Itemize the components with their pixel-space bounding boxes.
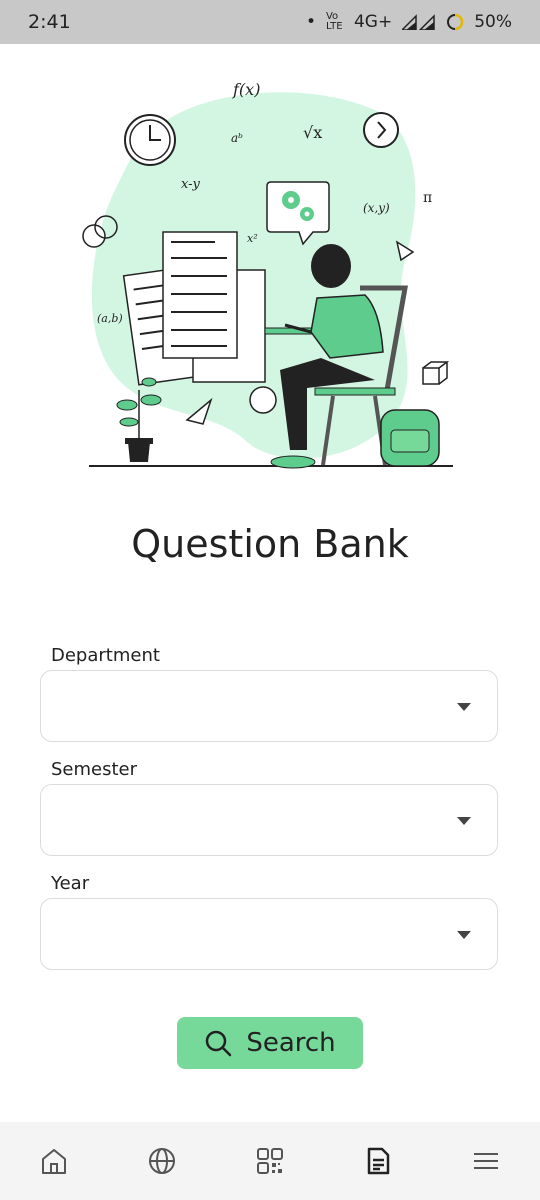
menu-icon — [474, 1153, 498, 1169]
battery-level: 50% — [474, 12, 512, 32]
home-icon — [42, 1149, 66, 1174]
nav-document[interactable] — [351, 1134, 405, 1188]
globe-icon — [149, 1148, 175, 1174]
bottom-navigation — [0, 1122, 540, 1200]
search-button[interactable]: Search — [177, 1017, 363, 1069]
chevron-down-icon — [457, 703, 471, 711]
svg-text:π: π — [423, 190, 432, 206]
chevron-down-icon — [457, 931, 471, 939]
svg-text:x²: x² — [247, 232, 258, 245]
status-bar: 2:41 • Vo LTE 4G+ 50% — [0, 0, 540, 44]
chevron-down-icon — [457, 817, 471, 825]
svg-text:aᵇ: aᵇ — [231, 131, 243, 145]
svg-text:(a,b): (a,b) — [97, 312, 123, 325]
svg-text:√x: √x — [303, 123, 322, 142]
status-time: 2:41 — [28, 11, 71, 33]
status-indicators: • Vo LTE 4G+ 50% — [305, 11, 512, 33]
department-label: Department — [51, 645, 160, 666]
department-dropdown[interactable] — [40, 670, 498, 742]
student-illustration: f(x) aᵇ √x x-y (x,y) π x² (a,b) — [82, 80, 453, 469]
nav-home[interactable] — [27, 1134, 81, 1188]
year-label: Year — [51, 873, 90, 894]
year-dropdown[interactable] — [40, 898, 498, 970]
battery-icon — [447, 13, 464, 31]
qr-code-icon — [257, 1148, 283, 1174]
semester-label: Semester — [51, 759, 138, 780]
page-title: Question Bank — [131, 522, 409, 566]
volte-label: Vo LTE — [325, 11, 343, 32]
search-button-label: Search — [246, 1028, 336, 1058]
network-type: 4G+ — [353, 12, 393, 32]
svg-text:x-y: x-y — [181, 177, 200, 192]
semester-dropdown[interactable] — [40, 784, 498, 856]
signal-icon — [402, 14, 435, 30]
nav-globe[interactable] — [135, 1134, 189, 1188]
nav-qr[interactable] — [243, 1134, 297, 1188]
search-icon — [206, 1030, 232, 1057]
document-icon — [367, 1147, 390, 1175]
svg-text:f(x): f(x) — [232, 80, 260, 99]
nav-menu[interactable] — [459, 1134, 513, 1188]
notification-dot: • — [305, 12, 316, 32]
svg-text:(x,y): (x,y) — [363, 201, 390, 215]
